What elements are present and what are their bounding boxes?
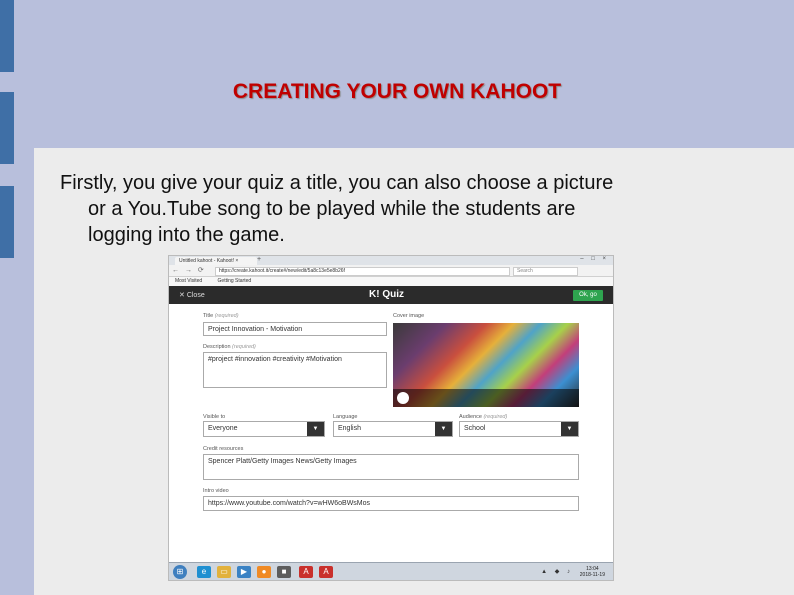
address-bar-row: ← → ⟳ https://create.kahoot.it/create#/n… (169, 265, 613, 277)
intro-video-field[interactable]: https://www.youtube.com/watch?v=wHW6oBWs… (203, 496, 579, 511)
slide-title: CREATING YOUR OWN KAHOOT (232, 80, 562, 103)
embedded-screenshot: Untitled kahoot - Kahoot! × + – □ × ← → … (168, 255, 614, 581)
clock-date: 2018-11-19 (579, 572, 605, 578)
cover-image-label: Cover image (393, 313, 425, 319)
bookmark-getting-started[interactable]: Getting Started (218, 278, 252, 284)
title-band (14, 0, 794, 148)
system-tray[interactable]: ▲ ◆ ♪ (541, 568, 573, 575)
close-button[interactable]: ✕ Close (179, 291, 205, 299)
folder-icon[interactable]: ▭ (217, 566, 231, 578)
ie-icon[interactable]: e (197, 566, 211, 578)
language-value: English (338, 425, 361, 432)
bookmarks-bar: Most Visited Getting Started (169, 277, 613, 286)
chevron-down-icon: ▼ (307, 422, 324, 436)
browser-tab-bar: Untitled kahoot - Kahoot! × + – □ × (169, 256, 613, 265)
visible-to-select[interactable]: Everyone ▼ (203, 421, 325, 437)
media-icon[interactable]: ▶ (237, 566, 251, 578)
credit-resources-label: Credit resources (203, 446, 244, 452)
visible-to-label: Visible to (203, 414, 226, 420)
chevron-down-icon: ▼ (561, 422, 578, 436)
body-line-1: Firstly, you give your quiz a title, you… (60, 172, 614, 194)
nav-buttons-icon[interactable]: ← → ⟳ (172, 266, 206, 274)
audience-value: School (464, 425, 486, 432)
ok-go-button[interactable]: Ok, go (573, 290, 603, 301)
intro-video-label: Intro video (203, 488, 229, 494)
audience-select[interactable]: School ▼ (459, 421, 579, 437)
audience-label: Audience (required) (459, 414, 508, 420)
windows-start-icon[interactable]: ⊞ (173, 565, 187, 579)
title-input[interactable]: Project Innovation - Motivation (203, 322, 387, 336)
body-line-2: or a You.Tube song to be played while th… (88, 198, 576, 220)
pdf-icon[interactable]: A (299, 566, 313, 578)
browser-tab[interactable]: Untitled kahoot - Kahoot! × (175, 257, 257, 265)
credit-resources-field[interactable]: Spencer Platt/Getty Images News/Getty Im… (203, 454, 579, 480)
body-line-3: logging into the game. (88, 224, 285, 246)
acrobat-icon[interactable]: A (319, 566, 333, 578)
close-label: Close (186, 292, 205, 299)
taskbar-clock[interactable]: 13:04 2018-11-19 (580, 566, 605, 578)
window-controls[interactable]: – □ × (580, 256, 609, 262)
cover-source-icon (397, 392, 409, 404)
title-label: Title (required) (203, 313, 239, 319)
app-icon[interactable]: ■ (277, 566, 291, 578)
language-label: Language (333, 414, 358, 420)
windows-taskbar: ⊞ e ▭ ▶ ● ■ A A ▲ ◆ ♪ 13:04 2018-11-19 (169, 562, 613, 580)
slide-body-text: Firstly, you give your quiz a title, you… (60, 170, 760, 248)
language-select[interactable]: English ▼ (333, 421, 453, 437)
firefox-icon[interactable]: ● (257, 566, 271, 578)
visible-to-value: Everyone (208, 425, 238, 432)
new-tab-button[interactable]: + (257, 256, 261, 263)
kahoot-header: ✕ Close K! Quiz Ok, go (169, 286, 613, 304)
left-accent-bar-3 (0, 186, 14, 258)
kahoot-logo: K! Quiz (369, 289, 404, 300)
browser-search-field[interactable]: Search (513, 267, 578, 276)
cover-image-caption (393, 389, 579, 407)
bookmark-most-visited[interactable]: Most Visited (175, 278, 202, 284)
chevron-down-icon: ▼ (435, 422, 452, 436)
description-textarea[interactable]: #project #innovation #creativity #Motiva… (203, 352, 387, 388)
description-label: Description (required) (203, 344, 256, 350)
left-accent-bar-1 (0, 0, 14, 72)
url-field[interactable]: https://create.kahoot.it/create#/new/edi… (215, 267, 510, 276)
